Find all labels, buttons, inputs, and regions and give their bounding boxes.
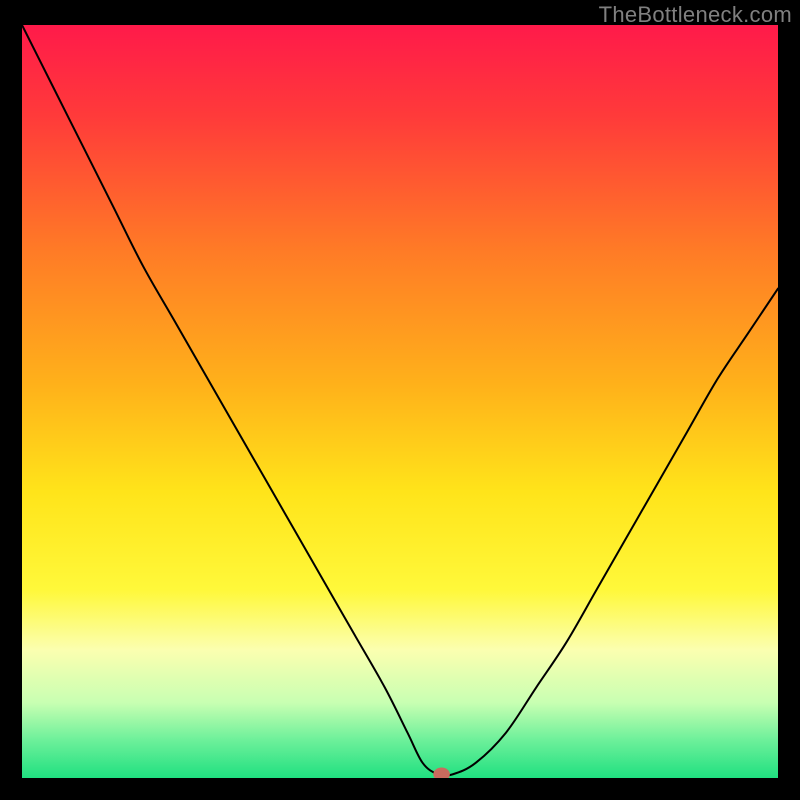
chart-frame: TheBottleneck.com (0, 0, 800, 800)
watermark-text: TheBottleneck.com (599, 2, 792, 28)
chart-svg (22, 25, 778, 778)
chart-background (22, 25, 778, 778)
chart-plot-area (22, 25, 778, 778)
